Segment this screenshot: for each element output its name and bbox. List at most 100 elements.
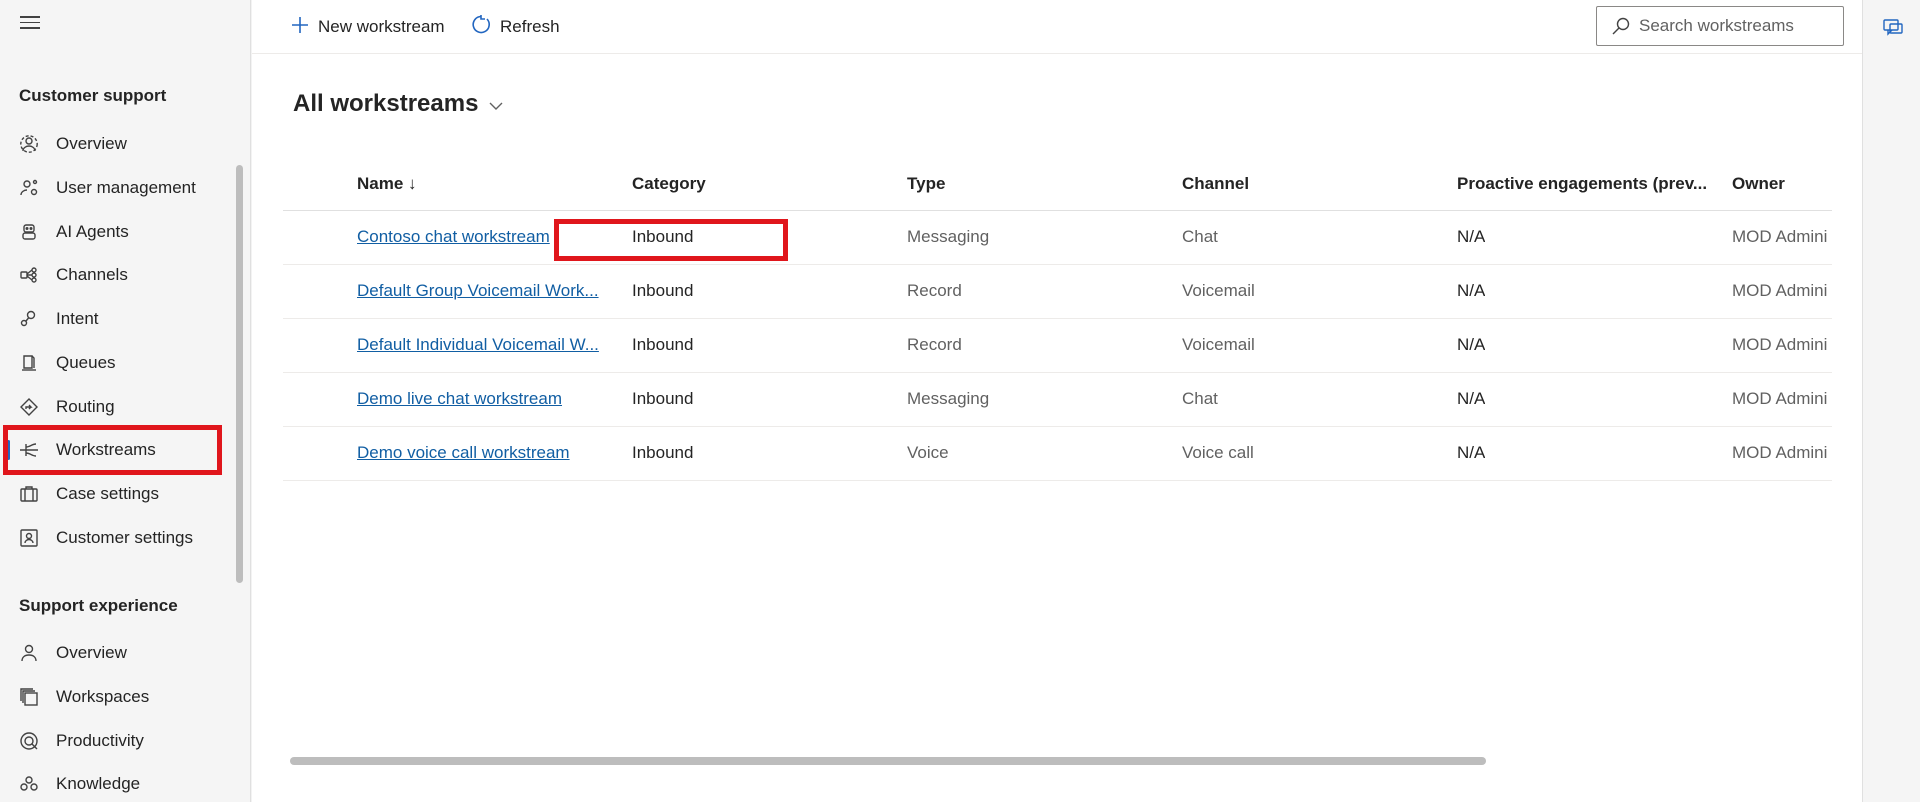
cell-category: Inbound: [632, 443, 694, 462]
horizontal-scrollbar[interactable]: [290, 757, 1486, 765]
sidebar-item-intent[interactable]: Intent: [0, 299, 232, 339]
main-content: New workstream Refresh All workstreams: [252, 0, 1862, 802]
sidebar-item-label: Workspaces: [56, 687, 150, 706]
view-title: All workstreams: [293, 90, 479, 117]
new-workstream-button[interactable]: New workstream: [290, 13, 445, 41]
search-icon: [1611, 16, 1631, 36]
cell-owner: MOD Admini: [1732, 443, 1828, 462]
view-selector[interactable]: All workstreams: [293, 90, 504, 118]
chevron-down-icon: [488, 98, 504, 116]
cell-channel: Voicemail: [1182, 335, 1255, 354]
cell-owner: MOD Admini: [1732, 281, 1828, 300]
routing-icon: [18, 396, 40, 418]
queue-icon: [18, 352, 40, 374]
sidebar-item-productivity[interactable]: Productivity: [0, 721, 232, 761]
section-title-customer-support: Customer support: [19, 86, 167, 105]
cell-owner: MOD Admini: [1732, 389, 1828, 408]
settings-person-icon: [18, 133, 40, 155]
sidebar-item-routing[interactable]: Routing: [0, 387, 232, 427]
sidebar-item-label: Queues: [56, 353, 116, 372]
sidebar-item-label: Customer settings: [56, 528, 193, 547]
sidebar-item-label: Routing: [56, 397, 115, 416]
bot-icon: [18, 221, 40, 243]
refresh-icon: [470, 14, 492, 41]
grid-header: Name ↓ Category Type Channel Proactive e…: [283, 156, 1832, 211]
cell-category: Inbound: [632, 281, 694, 300]
workstreams-grid: Name ↓ Category Type Channel Proactive e…: [283, 156, 1832, 481]
intent-icon: [18, 308, 40, 330]
sidebar-item-label: Overview: [56, 643, 127, 662]
right-side-pane: [1862, 0, 1920, 802]
table-row[interactable]: Default Individual Voicemail W... Inboun…: [283, 319, 1832, 373]
chat-icon[interactable]: [1882, 17, 1904, 39]
column-header-name[interactable]: Name ↓: [357, 174, 417, 194]
cell-type: Record: [907, 281, 962, 300]
cell-channel: Chat: [1182, 389, 1218, 408]
channels-icon: [18, 264, 40, 286]
sidebar-item-workspaces[interactable]: Workspaces: [0, 677, 232, 717]
cell-proactive: N/A: [1457, 335, 1486, 354]
cell-type: Messaging: [907, 389, 990, 408]
sidebar-item-user-management[interactable]: User management: [0, 168, 232, 208]
cell-proactive: N/A: [1457, 389, 1486, 408]
cell-proactive: N/A: [1457, 281, 1486, 300]
people-settings-icon: [18, 177, 40, 199]
cell-proactive: N/A: [1457, 443, 1486, 462]
column-header-proactive-engagements[interactable]: Proactive engagements (prev...: [1457, 174, 1707, 194]
workstream-name-link[interactable]: Demo live chat workstream: [357, 389, 617, 409]
contact-card-icon: [18, 527, 40, 549]
hamburger-menu-icon[interactable]: [20, 16, 40, 32]
cell-type: Messaging: [907, 227, 990, 246]
workstream-name-link[interactable]: Demo voice call workstream: [357, 443, 617, 463]
table-row[interactable]: Contoso chat workstream Inbound Messagin…: [283, 211, 1832, 265]
sidebar-item-queues[interactable]: Queues: [0, 343, 232, 383]
column-header-category[interactable]: Category: [632, 174, 706, 194]
sidebar-item-customer-settings[interactable]: Customer settings: [0, 518, 232, 558]
column-header-owner[interactable]: Owner: [1732, 174, 1832, 194]
workstream-name-link[interactable]: Default Group Voicemail Work...: [357, 281, 617, 301]
cell-proactive: N/A: [1457, 227, 1486, 246]
sidebar-scrollbar[interactable]: [236, 165, 243, 583]
cell-owner: MOD Admini: [1732, 335, 1828, 354]
sidebar-item-channels[interactable]: Channels: [0, 255, 232, 295]
cell-category: Inbound: [632, 389, 694, 408]
table-row[interactable]: Demo voice call workstream Inbound Voice…: [283, 427, 1832, 481]
highlight-box-workstreams: [3, 425, 222, 475]
workstream-name-link[interactable]: Default Individual Voicemail W...: [357, 335, 617, 355]
sidebar-item-label: User management: [56, 178, 196, 197]
sidebar-item-label: AI Agents: [56, 222, 129, 241]
column-header-type[interactable]: Type: [907, 174, 945, 194]
search-input[interactable]: [1639, 16, 1839, 36]
productivity-icon: [18, 730, 40, 752]
cell-channel: Voice call: [1182, 443, 1254, 462]
sidebar-item-case-settings[interactable]: Case settings: [0, 474, 232, 514]
cell-category: Inbound: [632, 335, 694, 354]
table-row[interactable]: Demo live chat workstream Inbound Messag…: [283, 373, 1832, 427]
knowledge-icon: [18, 773, 40, 795]
column-header-channel[interactable]: Channel: [1182, 174, 1249, 194]
cell-channel: Voicemail: [1182, 281, 1255, 300]
cell-type: Voice: [907, 443, 949, 462]
section-title-support-experience: Support experience: [19, 596, 178, 615]
command-bar: New workstream Refresh: [252, 0, 1862, 54]
sidebar-item-label: Overview: [56, 134, 127, 153]
sidebar-item-label: Intent: [56, 309, 99, 328]
cell-channel: Chat: [1182, 227, 1218, 246]
workspaces-icon: [18, 686, 40, 708]
sidebar-item-label: Productivity: [56, 731, 144, 750]
person-icon: [18, 642, 40, 664]
app-root: Customer support Overview User managemen…: [0, 0, 1920, 802]
table-row[interactable]: Default Group Voicemail Work... Inbound …: [283, 265, 1832, 319]
sidebar-item-label: Case settings: [56, 484, 159, 503]
refresh-button[interactable]: Refresh: [470, 13, 560, 41]
sidebar-item-overview[interactable]: Overview: [0, 124, 232, 164]
sidebar: Customer support Overview User managemen…: [0, 0, 251, 802]
refresh-label: Refresh: [500, 17, 560, 36]
sidebar-item-ai-agents[interactable]: AI Agents: [0, 212, 232, 252]
sidebar-item-support-overview[interactable]: Overview: [0, 633, 232, 673]
sidebar-item-label: Knowledge: [56, 774, 141, 793]
search-box[interactable]: [1596, 6, 1844, 46]
sidebar-item-knowledge[interactable]: Knowledge: [0, 764, 232, 802]
cell-type: Record: [907, 335, 962, 354]
cell-owner: MOD Admini: [1732, 227, 1828, 246]
